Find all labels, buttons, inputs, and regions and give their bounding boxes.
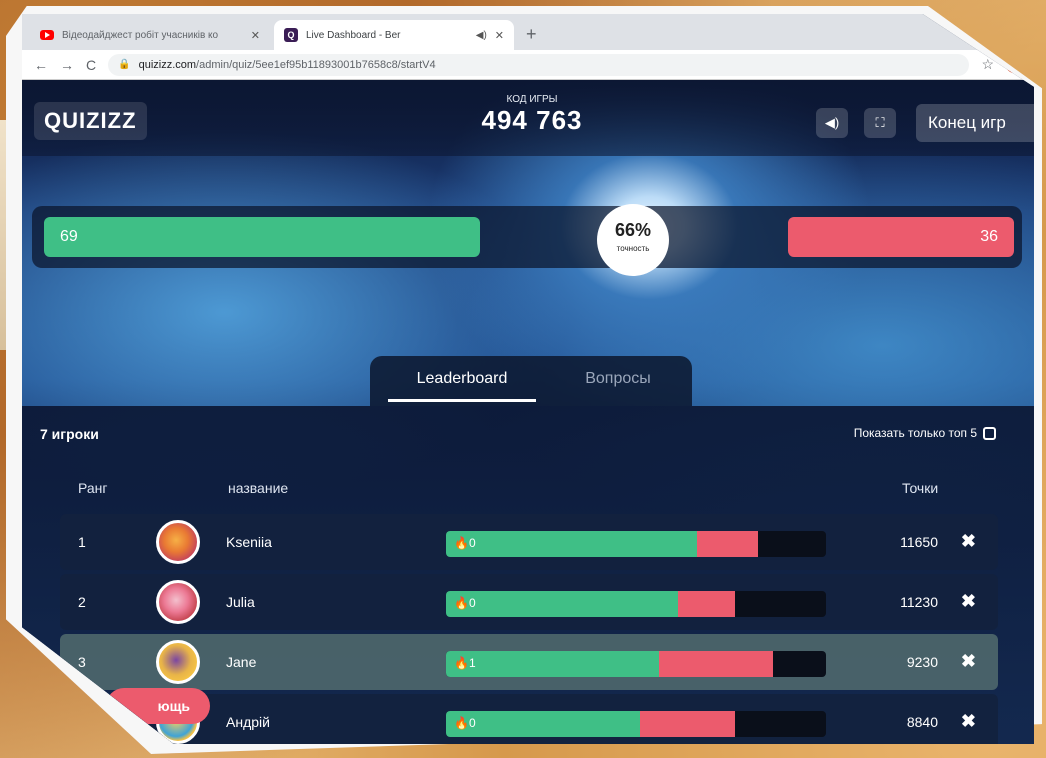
- tab-title: Відеодайджест робіт учасників ко: [62, 29, 219, 41]
- view-tabs: Leaderboard Вопросы: [370, 356, 692, 406]
- accuracy-percent: 66%: [614, 220, 652, 240]
- streak-count: 0: [468, 536, 476, 550]
- players-count: 7 игроки: [40, 426, 99, 442]
- remove-player-icon[interactable]: ✖: [961, 651, 976, 672]
- player-rank: 1: [78, 534, 86, 550]
- sound-icon[interactable]: ◀): [816, 108, 848, 138]
- leaderboard: 7 игроки Показать только топ 5 Ранг назв…: [22, 406, 1034, 744]
- incorrect-segment: [677, 591, 735, 617]
- accuracy-badge: 66% точность: [597, 204, 669, 276]
- incorrect-count: 36: [788, 217, 1014, 257]
- player-row[interactable]: 1 Kseniia 🔥0 11650 ✖: [60, 514, 998, 570]
- player-name: Андрій: [226, 714, 270, 730]
- game-code: КОД ИГРЫ 494 763: [462, 94, 602, 136]
- player-row[interactable]: 2 Julia 🔥0 11230 ✖: [60, 574, 998, 630]
- show-top5-label: Показать только топ 5: [853, 426, 977, 440]
- player-accuracy-bar: 🔥0: [446, 591, 826, 617]
- player-accuracy-bar: 🔥1: [446, 651, 826, 677]
- player-points: 11650: [900, 534, 938, 550]
- show-top5-toggle[interactable]: Показать только топ 5: [854, 426, 996, 440]
- game-code-value: 494 763: [481, 105, 583, 135]
- url-path: /admin/quiz/5ee1ef95b11893001b7658c8/sta…: [196, 58, 436, 71]
- player-accuracy-bar: 🔥0: [446, 711, 826, 737]
- end-game-button[interactable]: Конец игр: [916, 104, 1034, 142]
- streak-indicator: 🔥0: [454, 716, 476, 730]
- correct-segment: [446, 531, 697, 557]
- player-rank: 2: [78, 594, 86, 610]
- avatar: [156, 520, 200, 564]
- avatar: [156, 580, 200, 624]
- url-field[interactable]: 🔒 quizizz.com/admin/quiz/5ee1ef95b118930…: [108, 53, 970, 76]
- browser-window: Відеодайджест робіт учасників ко ✕ Q Liv…: [22, 14, 1034, 744]
- incorrect-segment: [696, 531, 758, 557]
- speaker-icon[interactable]: ◀): [476, 30, 487, 41]
- tab-questions[interactable]: Вопросы: [544, 356, 692, 406]
- close-icon[interactable]: ✕: [251, 29, 260, 42]
- player-points: 11230: [900, 594, 938, 610]
- player-accuracy-bar: 🔥0: [446, 531, 826, 557]
- tab-live-dashboard[interactable]: Q Live Dashboard - Ber ◀) ✕: [274, 20, 514, 50]
- streak-indicator: 🔥1: [454, 656, 476, 670]
- youtube-icon: [40, 30, 54, 40]
- new-tab-button[interactable]: +: [518, 24, 545, 50]
- player-points: 8840: [906, 714, 938, 730]
- show-top5-checkbox[interactable]: [983, 426, 996, 440]
- tab-leaderboard[interactable]: Leaderboard: [388, 356, 536, 402]
- close-icon[interactable]: ✕: [495, 29, 504, 42]
- streak-indicator: 🔥0: [454, 596, 476, 610]
- player-name: Kseniia: [226, 534, 272, 550]
- remove-player-icon[interactable]: ✖: [961, 711, 976, 732]
- streak-count: 0: [468, 716, 476, 730]
- correct-segment: [446, 591, 678, 617]
- quizizz-dashboard: QUIZIZZ КОД ИГРЫ 494 763 ◀) ⛶ Конец игр …: [22, 80, 1034, 744]
- url-domain: quizizz.com: [138, 58, 197, 71]
- reload-icon[interactable]: C: [86, 57, 96, 73]
- column-points: Точки: [902, 480, 939, 496]
- correct-count: 69: [44, 217, 480, 257]
- player-name: Jane: [226, 654, 257, 670]
- column-name: название: [228, 480, 289, 496]
- player-points: 9230: [906, 654, 938, 670]
- top-bar: QUIZIZZ КОД ИГРЫ 494 763 ◀) ⛶ Конец игр: [22, 80, 1034, 156]
- correct-segment: [446, 651, 659, 677]
- quizizz-logo[interactable]: QUIZIZZ: [34, 102, 147, 140]
- streak-count: 0: [468, 596, 476, 610]
- player-rank: 3: [78, 654, 86, 670]
- back-icon[interactable]: ←: [34, 57, 48, 73]
- address-bar: ← → C 🔒 quizizz.com/admin/quiz/5ee1ef95b…: [22, 50, 1034, 80]
- player-row[interactable]: 3 Jane 🔥1 9230 ✖: [60, 634, 998, 690]
- streak-count: 1: [468, 656, 476, 670]
- column-rank: Ранг: [78, 480, 108, 496]
- remove-player-icon[interactable]: ✖: [961, 591, 976, 612]
- tab-youtube[interactable]: Відеодайджест робіт учасників ко ✕: [30, 20, 270, 50]
- tab-bar: Відеодайджест робіт учасників ко ✕ Q Liv…: [22, 14, 1034, 50]
- accuracy-label: точность: [616, 244, 650, 253]
- incorrect-segment: [639, 711, 735, 737]
- tab-title: Live Dashboard - Ber: [306, 29, 401, 41]
- remove-player-icon[interactable]: ✖: [961, 531, 976, 552]
- avatar: [156, 640, 200, 684]
- game-code-label: КОД ИГРЫ: [506, 94, 558, 105]
- quizizz-icon: Q: [284, 28, 298, 42]
- streak-indicator: 🔥0: [454, 536, 476, 550]
- lock-icon: 🔒: [118, 59, 131, 70]
- forward-icon[interactable]: →: [60, 57, 74, 73]
- incorrect-segment: [658, 651, 773, 677]
- fullscreen-icon[interactable]: ⛶: [864, 108, 896, 138]
- player-name: Julia: [226, 594, 255, 610]
